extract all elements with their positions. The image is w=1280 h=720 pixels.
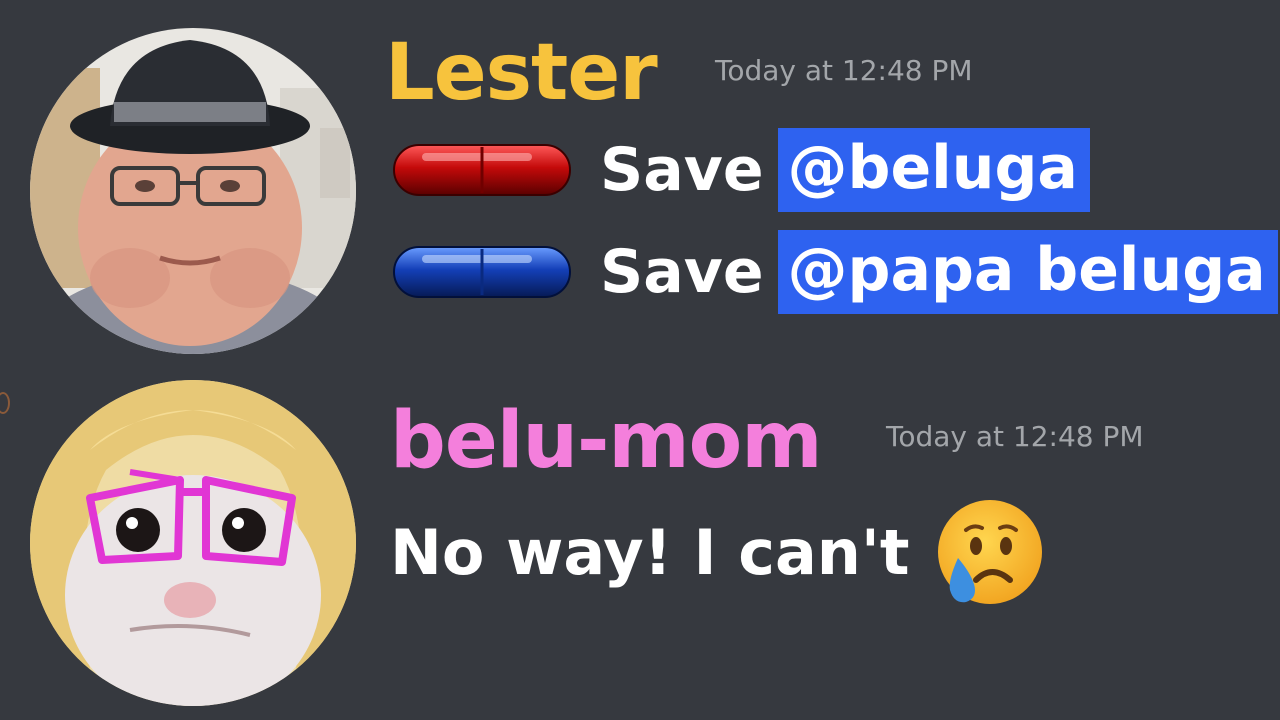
blue-pill-icon xyxy=(392,243,572,301)
user-mention[interactable]: @papa beluga xyxy=(777,230,1278,314)
avatar-lester-image xyxy=(30,28,356,354)
crying-face-emoji-icon xyxy=(932,496,1046,610)
message-line: Save @papa beluga xyxy=(392,230,1278,314)
username-lester[interactable]: Lester xyxy=(385,34,658,112)
message-line: No way! I can't xyxy=(390,496,1046,610)
message-text: Save xyxy=(600,135,764,205)
avatar-lester[interactable] xyxy=(30,28,356,354)
avatar-belu-mom-image xyxy=(30,380,356,706)
avatar-belu-mom[interactable] xyxy=(30,380,356,706)
timestamp: Today at 12:48 PM xyxy=(886,420,1144,453)
edge-partial-icon xyxy=(0,392,10,414)
message-text: Save xyxy=(600,237,764,307)
message-text: No way! I can't xyxy=(390,516,910,589)
timestamp: Today at 12:48 PM xyxy=(715,54,973,87)
message-line: Save @beluga xyxy=(392,128,1090,212)
user-mention[interactable]: @beluga xyxy=(777,128,1090,212)
username-belu-mom[interactable]: belu-mom xyxy=(390,402,823,480)
red-pill-icon xyxy=(392,141,572,199)
